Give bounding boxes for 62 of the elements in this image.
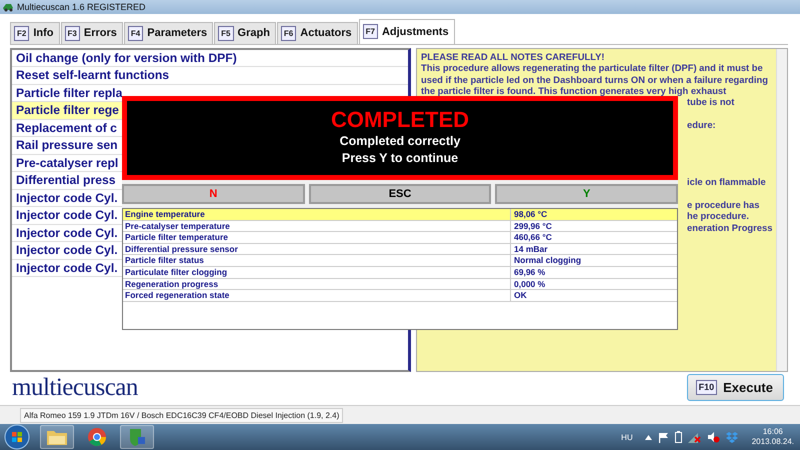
execute-button[interactable]: F10 Execute (686, 374, 784, 402)
table-row[interactable]: Engine temperature 98,06 °C (123, 209, 677, 221)
table-cell: Forced regeneration state (123, 290, 511, 301)
start-button[interactable] (4, 424, 30, 450)
notes-text: tube is not (687, 96, 734, 108)
notes-text: the particle filter is found. This function generates very high exhaust (421, 85, 728, 96)
tab[interactable]: F7 Adjustments (358, 18, 455, 44)
table-cell-text: 460,66 °C (513, 232, 552, 243)
dialog-message: Press Y to continue (342, 150, 458, 167)
tab[interactable]: F6 Actuators (276, 22, 358, 44)
table-row[interactable]: Particle filter status Normal clogging (123, 255, 677, 267)
status-text: Alfa Romeo 159 1.9 JTDm 16V / Bosch EDC16C39 CF4/EOBD Diesel Injection (1.9, 2.4) (20, 408, 344, 423)
table-cell: Particle filter temperature (123, 232, 511, 243)
table-cell: Pre-catalyser temperature (123, 220, 511, 232)
speaker-icon[interactable] (706, 431, 720, 444)
table-row[interactable]: Differential pressure sensor 14 mBar (123, 244, 677, 256)
table-cell-text: 299,96 °C (513, 220, 552, 232)
table-cell: Regeneration progress (123, 278, 511, 290)
tab[interactable]: F4 Parameters (124, 22, 214, 44)
battery-icon[interactable] (674, 431, 682, 444)
folder-icon[interactable] (46, 428, 68, 446)
tab[interactable]: F2 Info (10, 22, 60, 44)
dialog-button[interactable]: ESC (308, 184, 492, 204)
table-row[interactable]: Particle filter temperature 460,66 °C (123, 232, 677, 244)
language-indicator[interactable]: HU (621, 432, 633, 442)
notes-text: he procedure. (687, 210, 749, 222)
notes-text: edure: (687, 119, 716, 130)
table-cell-text: Normal clogging (513, 255, 582, 266)
dialog-message: Completed correctly (340, 133, 460, 150)
notes-heading: PLEASE READ ALL NOTES CAREFULLY! (421, 50, 606, 62)
clock[interactable]: 16:06 2013.08.24. (752, 427, 794, 448)
table-cell: Engine temperature (123, 209, 511, 220)
table-cell-text: 69,96 % (513, 266, 546, 278)
table-row[interactable]: Regeneration progress 0,000 % (123, 278, 677, 290)
flag-icon[interactable] (658, 432, 669, 443)
logo: multiecuscan (12, 374, 138, 402)
browser-icon[interactable] (87, 427, 107, 448)
table-cell: Particulate filter clogging (123, 266, 511, 278)
table-cell: Differential pressure sensor (123, 244, 511, 254)
tab[interactable]: F3 Errors (60, 22, 123, 44)
function-item[interactable]: Oil change (only for version with DPF) (12, 50, 408, 68)
arrow-up-icon[interactable] (644, 434, 652, 440)
notes-text: used if the particle led on the Dashboard turns ON or when a failure regarding (421, 74, 769, 86)
notes-text: e procedure has (687, 198, 760, 210)
dialog-title: COMPLETED (330, 107, 470, 133)
table-row[interactable]: Particulate filter clogging 69,96 % (123, 266, 677, 279)
table-cell-text: 0,000 % (513, 278, 546, 290)
table-cell: Particle filter status (123, 255, 511, 266)
notes-text: eneration Progress (687, 222, 772, 233)
app-icon (2, 2, 14, 12)
notes-text: icle on flammable (687, 176, 766, 188)
table-row[interactable]: Forced regeneration state OK (123, 290, 677, 302)
table-cell-text: OK (513, 290, 527, 301)
table-row[interactable]: Pre-catalyser temperature 299,96 °C (123, 220, 677, 232)
function-item[interactable]: Reset self-learnt functions (12, 67, 408, 85)
tab[interactable]: F5 Graph (214, 22, 276, 44)
scroll-bar[interactable] (776, 48, 787, 371)
notes-text: This procedure allows regenerating the particulate filter (DPF) and it must be (421, 62, 764, 74)
window-title: Multiecuscan 1.6 REGISTERED (17, 2, 146, 12)
table-cell-text: 14 mBar (513, 244, 548, 254)
network-icon[interactable] (688, 432, 701, 443)
table-cell-text: 98,06 °C (513, 209, 548, 220)
